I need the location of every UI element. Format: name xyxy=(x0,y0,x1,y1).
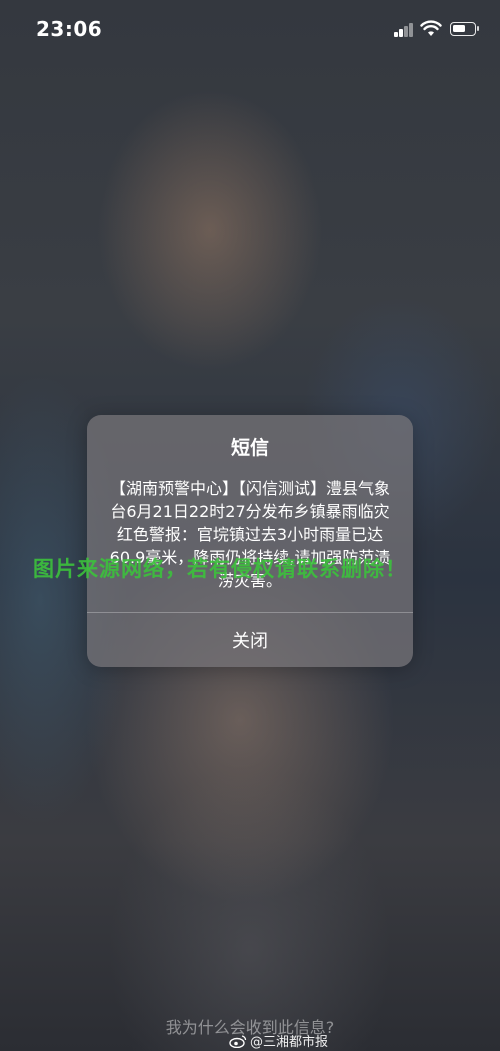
battery-icon xyxy=(450,22,479,36)
sms-alert-dialog: 短信 【湖南预警中心】【闪信测试】澧县气象台6月21日22时27分发布乡镇暴雨临… xyxy=(87,415,413,667)
status-time: 23:06 xyxy=(36,17,103,41)
credit-text: @三湘都市报 xyxy=(249,1035,328,1050)
alert-title: 短信 xyxy=(230,437,269,459)
close-button[interactable]: 关闭 xyxy=(87,613,413,667)
copyright-watermark: 图片来源网络，若有侵权请联系删除！ xyxy=(33,557,407,581)
weibo-icon xyxy=(229,1034,247,1048)
source-credit: @三湘都市报 xyxy=(229,1031,328,1050)
cellular-signal-icon xyxy=(394,23,418,37)
status-bar: 23:06 xyxy=(0,0,500,60)
wifi-icon xyxy=(420,20,442,36)
